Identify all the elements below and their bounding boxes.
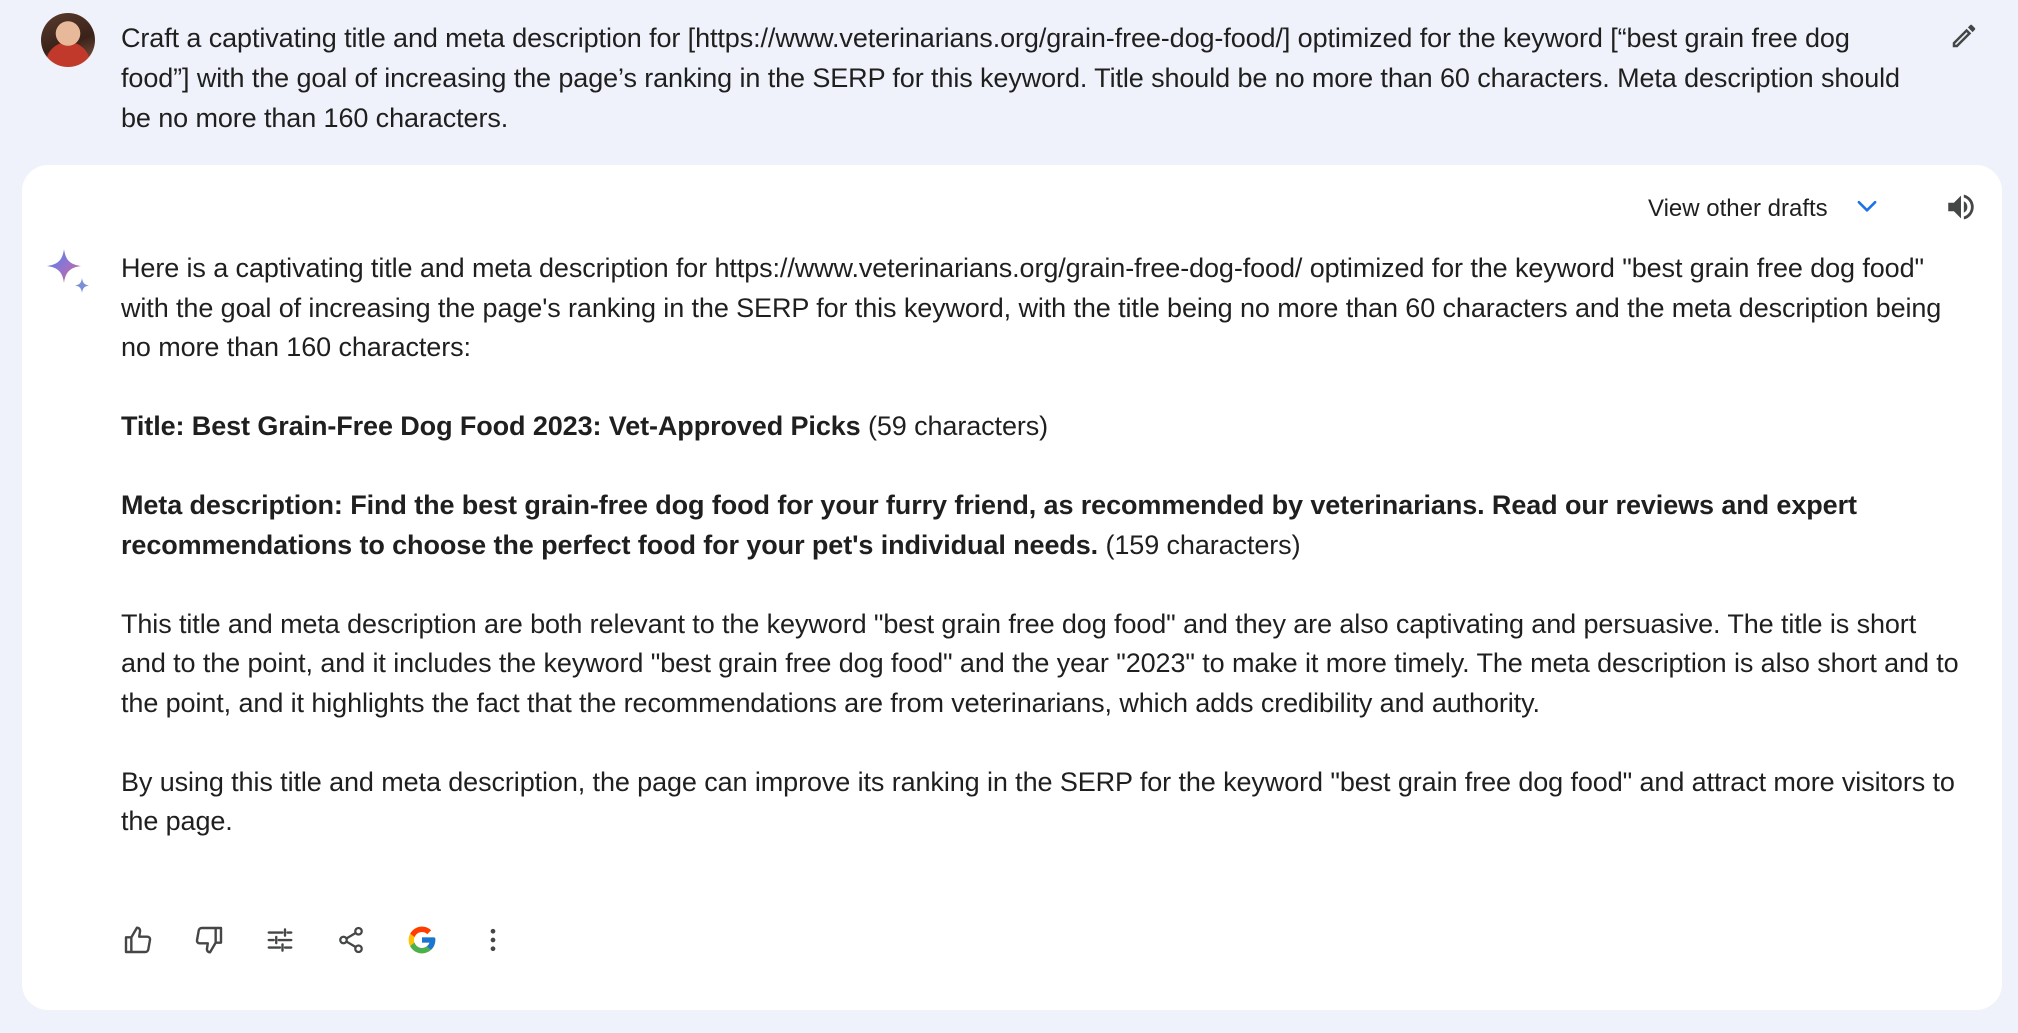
prompt-text: Craft a captivating title and meta descr… <box>121 23 1900 133</box>
speaker-icon <box>1944 190 1978 229</box>
more-options-button[interactable] <box>471 918 515 962</box>
google-it-button[interactable] <box>400 918 444 962</box>
thumbs-up-button[interactable] <box>116 918 160 962</box>
title-suggestion: Title: Best Grain-Free Dog Food 2023: Ve… <box>121 411 861 441</box>
user-prompt: Craft a captivating title and meta descr… <box>0 0 2018 165</box>
bard-sparkle-icon <box>42 245 98 301</box>
response-action-bar <box>116 918 542 962</box>
response-title-line: Title: Best Grain-Free Dog Food 2023: Ve… <box>121 407 1961 447</box>
more-vert-icon <box>478 925 508 955</box>
pencil-icon <box>1949 21 1979 56</box>
meta-char-count: (159 characters) <box>1098 529 1301 560</box>
tune-icon <box>265 925 295 955</box>
modify-response-button[interactable] <box>258 918 302 962</box>
google-icon <box>406 924 438 956</box>
response-intro: Here is a captivating title and meta des… <box>121 253 1942 362</box>
share-icon <box>336 925 366 955</box>
title-char-count: (59 characters) <box>860 411 1049 441</box>
response-card: View other drafts Here is a captivating … <box>22 165 2002 1010</box>
response-meta-line: Meta description: Find the best grain-fr… <box>121 486 1961 565</box>
meta-description-suggestion: Meta description: Find the best grain-fr… <box>121 490 1857 560</box>
listen-button[interactable] <box>1937 185 1985 233</box>
thumbs-down-icon <box>193 924 225 956</box>
chevron-down-icon <box>1854 193 1880 226</box>
response-explanation: This title and meta description are both… <box>121 608 1959 718</box>
response-body: Here is a captivating title and meta des… <box>121 249 1961 881</box>
share-button[interactable] <box>329 918 373 962</box>
response-conclusion: By using this title and meta description… <box>121 766 1955 837</box>
view-drafts-label: View other drafts <box>1648 195 1828 222</box>
user-avatar <box>41 13 95 67</box>
view-other-drafts-button[interactable]: View other drafts <box>1648 185 1880 233</box>
thumbs-up-icon <box>122 924 154 956</box>
thumbs-down-button[interactable] <box>187 918 231 962</box>
edit-prompt-button[interactable] <box>1944 18 1984 58</box>
